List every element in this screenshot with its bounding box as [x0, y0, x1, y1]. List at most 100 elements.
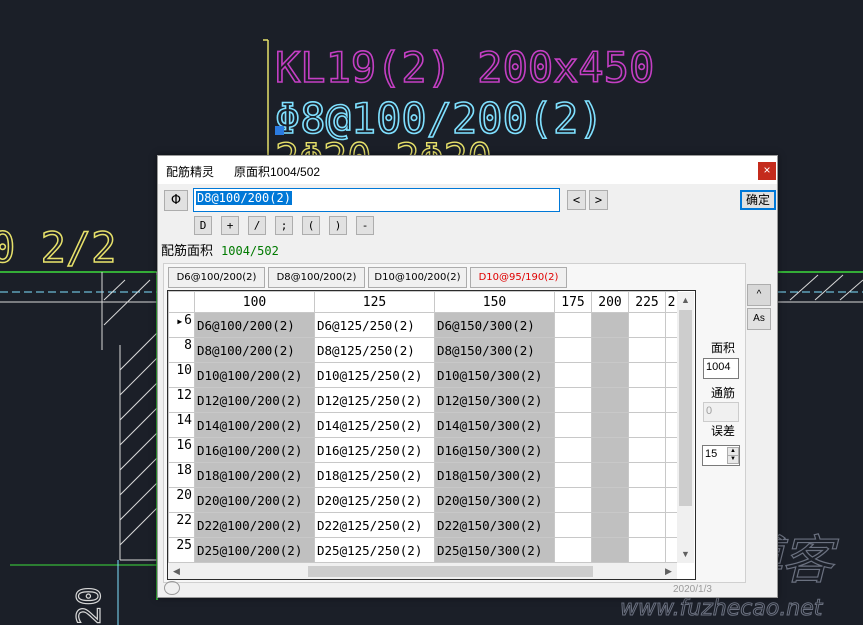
grid-cell[interactable]: D18@125/250(2) [314, 462, 435, 488]
grid-cell[interactable] [665, 512, 678, 538]
grid-cell[interactable] [628, 337, 666, 363]
grid-cell[interactable]: D18@150/300(2) [434, 462, 555, 488]
tolerance-spinner[interactable]: 15 ▲ ▼ [702, 445, 740, 466]
table-row[interactable]: 14 D14@100/200(2) D14@125/250(2) D14@150/30… [168, 412, 678, 438]
scroll-up-arrow-icon[interactable]: ▲ [677, 292, 694, 309]
grid-cell[interactable] [554, 387, 592, 413]
grid-cell[interactable]: D12@125/250(2) [314, 387, 435, 413]
grid-cell[interactable] [628, 412, 666, 438]
symbol-button-slash[interactable]: / [248, 216, 266, 235]
grid-cell[interactable]: D22@125/250(2) [314, 512, 435, 538]
tab-d10[interactable]: D10@100/200(2) [368, 267, 467, 288]
grid-cell[interactable]: D16@100/200(2) [194, 437, 315, 463]
grid-cell[interactable]: D20@100/200(2) [194, 487, 315, 513]
column-header[interactable]: 150 [434, 291, 555, 313]
table-row[interactable]: 6D6@100/200(2)D6@125/250(2)D6@150/300(2) [168, 312, 678, 338]
cad-grip-marker[interactable] [275, 126, 284, 135]
scroll-down-arrow-icon[interactable]: ▼ [677, 546, 694, 563]
grid-cell[interactable]: D25@150/300(2) [434, 537, 555, 563]
grid-cell[interactable] [554, 462, 592, 488]
column-header[interactable]: 100 [194, 291, 315, 313]
row-header[interactable]: 18 [168, 462, 195, 488]
grid-cell[interactable]: D16@125/250(2) [314, 437, 435, 463]
row-header[interactable]: 12 [168, 387, 195, 413]
previous-button[interactable]: < [567, 190, 586, 210]
grid-horizontal-scrollbar[interactable]: ◀ ▶ [168, 563, 677, 579]
grid-cell[interactable] [665, 362, 678, 388]
scroll-left-arrow-icon[interactable]: ◀ [168, 563, 185, 579]
symbol-button-close-paren[interactable]: ) [329, 216, 347, 235]
grid-cell[interactable] [628, 437, 666, 463]
column-header[interactable]: 2 [665, 291, 678, 313]
grid-cell[interactable] [554, 337, 592, 363]
grid-cell[interactable]: D8@100/200(2) [194, 337, 315, 363]
grid-cell[interactable] [665, 437, 678, 463]
row-header[interactable]: 25 [168, 537, 195, 563]
grid-cell[interactable] [554, 312, 592, 338]
grid-cell[interactable] [628, 537, 666, 563]
grid-cell[interactable]: D14@150/300(2) [434, 412, 555, 438]
symbol-button-open-paren[interactable]: ( [302, 216, 320, 235]
tab-d6[interactable]: D6@100/200(2) [168, 267, 265, 288]
grid-cell[interactable] [591, 337, 629, 363]
table-row[interactable]: 18 D18@100/200(2) D18@125/250(2) D18@150/30… [168, 462, 678, 488]
symbol-button-plus[interactable]: + [221, 216, 239, 235]
grid-cell[interactable] [591, 487, 629, 513]
symbol-button-semicolon[interactable]: ; [275, 216, 293, 235]
table-row[interactable]: 12 D12@100/200(2) D12@125/250(2) D12@150/30… [168, 387, 678, 413]
row-header[interactable]: 6 [168, 312, 195, 338]
grid-cell[interactable]: D10@125/250(2) [314, 362, 435, 388]
grid-cell[interactable]: D6@150/300(2) [434, 312, 555, 338]
grid-cell[interactable] [665, 337, 678, 363]
grid-cell[interactable]: D6@125/250(2) [314, 312, 435, 338]
symbol-button-d[interactable]: D [194, 216, 212, 235]
column-header[interactable]: 125 [314, 291, 435, 313]
table-row[interactable]: 8 D8@100/200(2) D8@125/250(2) D8@150/300(2) [168, 337, 678, 363]
row-header[interactable]: 22 [168, 512, 195, 538]
as-button[interactable]: As [747, 308, 771, 330]
grid-cell[interactable] [554, 412, 592, 438]
grid-cell[interactable]: D20@125/250(2) [314, 487, 435, 513]
grid-cell[interactable] [665, 412, 678, 438]
grid-cell[interactable]: D18@100/200(2) [194, 462, 315, 488]
row-header[interactable]: 10 [168, 362, 195, 388]
table-row[interactable]: 10 D10@100/200(2) D10@125/250(2) D10@150/30… [168, 362, 678, 388]
rebar-symbol-button[interactable]: Φ [164, 190, 188, 211]
spin-down-icon[interactable]: ▼ [727, 455, 739, 464]
grid-cell[interactable]: D25@125/250(2) [314, 537, 435, 563]
grid-cell[interactable] [554, 512, 592, 538]
grid-cell[interactable] [665, 387, 678, 413]
grid-cell[interactable] [591, 512, 629, 538]
grid-cell[interactable]: D22@100/200(2) [194, 512, 315, 538]
horizontal-scroll-thumb[interactable] [308, 566, 593, 577]
column-header[interactable]: 175 [554, 291, 592, 313]
grid-cell[interactable]: D8@125/250(2) [314, 337, 435, 363]
symbol-button-minus[interactable]: - [356, 216, 374, 235]
tab-d8[interactable]: D8@100/200(2) [268, 267, 365, 288]
grid-cell[interactable] [628, 362, 666, 388]
dialog-titlebar[interactable]: 配筋精灵 原面积1004/502 × [158, 156, 777, 184]
grid-cell[interactable] [628, 462, 666, 488]
grid-vertical-scrollbar[interactable]: ▲ ▼ [677, 292, 694, 563]
grid-cell[interactable] [591, 387, 629, 413]
grid-cell[interactable]: D10@150/300(2) [434, 362, 555, 388]
rebar-spec-input[interactable]: D8@100/200(2) [193, 188, 560, 212]
grid-cell[interactable] [591, 462, 629, 488]
grid-cell[interactable]: D6@100/200(2) [194, 312, 315, 338]
grid-cell[interactable] [665, 312, 678, 338]
area-input[interactable]: 1004 [703, 358, 739, 379]
grid-cell[interactable] [591, 362, 629, 388]
grid-cell[interactable] [628, 487, 666, 513]
grid-cell[interactable] [591, 537, 629, 563]
grid-cell[interactable] [591, 412, 629, 438]
grid-cell[interactable] [554, 362, 592, 388]
grid-cell[interactable] [628, 387, 666, 413]
grid-cell[interactable] [628, 512, 666, 538]
grid-cell[interactable]: D16@150/300(2) [434, 437, 555, 463]
grid-cell[interactable]: D12@100/200(2) [194, 387, 315, 413]
grid-cell[interactable] [591, 437, 629, 463]
row-header[interactable]: 16 [168, 437, 195, 463]
grid-cell[interactable] [554, 537, 592, 563]
grid-cell[interactable]: D8@150/300(2) [434, 337, 555, 363]
grid-cell[interactable]: D10@100/200(2) [194, 362, 315, 388]
